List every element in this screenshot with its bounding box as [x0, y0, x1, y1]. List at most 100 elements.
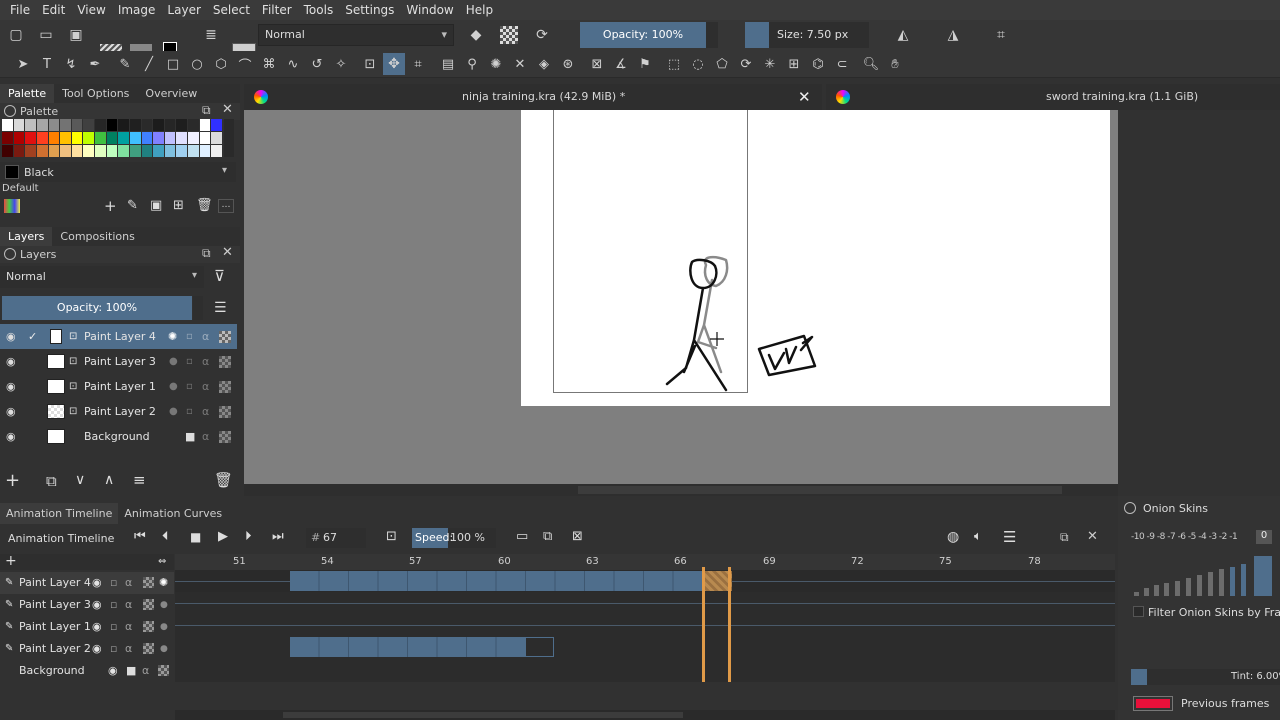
menu-image[interactable]: Image [112, 3, 162, 17]
add-swatch-icon[interactable]: + [104, 197, 117, 215]
onion-skin-toggle-icon[interactable]: ◍ [947, 529, 959, 545]
eraser-icon[interactable]: ◆ [466, 25, 486, 45]
pin-icon[interactable]: ✎ [5, 638, 13, 660]
onion-bar[interactable] [1208, 572, 1213, 596]
layer-row[interactable]: ◉ Background ■ α [0, 424, 237, 449]
palette-swatch[interactable] [129, 119, 141, 131]
palette-swatch[interactable] [2, 132, 13, 144]
palette-swatch[interactable] [153, 119, 164, 131]
palette-swatch[interactable] [153, 132, 164, 144]
palette-grid-icon[interactable]: ⊞ [173, 198, 184, 213]
alpha-inherit-icon[interactable] [219, 405, 231, 418]
layer-row[interactable]: ◉ ⊡ Paint Layer 2 ● ▫ α [0, 399, 237, 424]
frame-number-field[interactable]: # 67 [306, 528, 366, 548]
palette-swatch[interactable] [199, 119, 211, 131]
blend-mode-select[interactable]: Normal [258, 24, 454, 46]
onion-bar[interactable] [1175, 581, 1180, 596]
lock-icon[interactable]: ▫ [110, 572, 117, 594]
tab-tool-options[interactable]: Tool Options [54, 84, 137, 104]
onion-bar[interactable] [1254, 556, 1272, 596]
next-frame-icon[interactable]: ⏵ [245, 529, 252, 544]
brush-presets-icon[interactable]: ≣ [201, 25, 221, 45]
palette-swatch[interactable] [129, 145, 141, 157]
menu-settings[interactable]: Settings [339, 3, 400, 17]
delete-swatch-icon[interactable]: 🗑︎ [196, 198, 213, 213]
onion-bar[interactable] [1230, 567, 1235, 596]
palette-swatch[interactable] [176, 145, 188, 157]
playhead-right[interactable] [728, 567, 731, 682]
alpha-icon[interactable]: α [125, 594, 132, 616]
onion-bar[interactable] [1134, 592, 1139, 596]
layers-lock-icon[interactable] [4, 248, 16, 260]
opacity-spinner[interactable] [706, 22, 718, 48]
palette-swatch[interactable] [118, 132, 129, 144]
palette-swatch[interactable] [199, 145, 211, 157]
lock-icon[interactable]: ▫ [186, 331, 193, 342]
remove-keyframe-icon[interactable]: ⊠ [572, 529, 583, 544]
lock-icon[interactable]: ▫ [186, 356, 193, 367]
measure-tool-icon[interactable]: ∡ [611, 54, 631, 74]
close-icon[interactable]: ✕ [798, 84, 811, 110]
tab-animation-timeline[interactable]: Animation Timeline [0, 503, 119, 524]
transform-tool-icon[interactable]: ⊡ [360, 54, 380, 74]
timeline-row[interactable]: ✎ Paint Layer 1 ◉ ▫ α ● [0, 616, 174, 638]
lock-icon[interactable]: ▫ [110, 594, 117, 616]
polygon-select-icon[interactable]: ⬠ [712, 54, 732, 74]
onion-opacity-bars[interactable] [1132, 548, 1276, 596]
eye-icon[interactable]: ◉ [92, 638, 102, 660]
pan-tool-icon[interactable]: ✋︎ [885, 54, 905, 74]
palette-swatch[interactable] [118, 145, 129, 157]
line-tool-icon[interactable]: ╱ [139, 54, 159, 74]
onion-skin-icon[interactable]: ● [160, 616, 168, 638]
pin-icon[interactable]: ✎ [5, 572, 13, 594]
alpha-icon[interactable]: α [202, 405, 209, 418]
reload-preset-icon[interactable]: ⟳ [532, 25, 552, 45]
palette-swatch[interactable] [48, 132, 60, 144]
palette-swatch[interactable] [95, 132, 106, 144]
alpha-inherit-icon[interactable] [143, 577, 154, 588]
magnetic-select-icon[interactable]: ⊂ [832, 54, 852, 74]
tab-animation-curves[interactable]: Animation Curves [118, 503, 228, 524]
palette-swatch-grid[interactable] [2, 119, 222, 157]
palette-scrollbar[interactable] [224, 119, 234, 157]
alpha-inherit-icon[interactable] [219, 355, 231, 368]
lock-icon[interactable]: ▫ [186, 381, 193, 392]
tint-slider[interactable]: Tint: 6.00% [1131, 669, 1280, 685]
palette-swatch[interactable] [106, 119, 118, 131]
onion-lock-icon[interactable] [1124, 502, 1136, 514]
menu-select[interactable]: Select [207, 3, 256, 17]
palette-float-icon[interactable]: ⧉ [202, 103, 211, 118]
duplicate-keyframe-icon[interactable]: ⧉ [543, 529, 552, 544]
palette-swatch[interactable] [188, 119, 199, 131]
timeline-row[interactable]: ✎ Paint Layer 3 ◉ ▫ α ● [0, 594, 174, 616]
colorize-mask-icon[interactable]: ✺ [486, 54, 506, 74]
add-layer-icon[interactable]: + [5, 470, 20, 491]
palette-swatch[interactable] [25, 145, 36, 157]
palette-swatch[interactable] [106, 145, 118, 157]
palette-swatch[interactable] [2, 119, 13, 131]
palette-swatch[interactable] [71, 145, 83, 157]
alpha-icon[interactable]: α [125, 572, 132, 594]
color-picker-icon[interactable]: ⚲ [462, 54, 482, 74]
palette-swatch[interactable] [199, 132, 211, 144]
eye-icon[interactable]: ◉ [6, 405, 16, 418]
onion-bar[interactable] [1186, 578, 1191, 596]
eye-icon[interactable]: ◉ [92, 616, 102, 638]
freehand-path-icon[interactable]: ∿ [283, 54, 303, 74]
palette-swatch[interactable] [118, 119, 129, 131]
onion-bar[interactable] [1144, 588, 1149, 596]
lock-icon[interactable]: ■ [126, 660, 136, 682]
reference-tool-icon[interactable]: ⚑ [635, 54, 655, 74]
add-keyframe-icon[interactable]: ▭ [516, 529, 528, 544]
palette-swatch[interactable] [60, 145, 71, 157]
palette-swatch[interactable] [95, 145, 106, 157]
eye-icon[interactable]: ◉ [6, 430, 16, 443]
onion-bar[interactable] [1164, 583, 1169, 596]
onion-skin-icon[interactable]: ● [169, 356, 178, 367]
layer-menu-icon[interactable]: ☰ [214, 300, 227, 316]
bezier-tool-icon[interactable]: ⌘ [259, 54, 279, 74]
alpha-icon[interactable]: α [125, 616, 132, 638]
alpha-icon[interactable]: α [125, 638, 132, 660]
palette-swatch[interactable] [141, 119, 153, 131]
layer-filter-icon[interactable]: ⊽ [214, 267, 225, 285]
